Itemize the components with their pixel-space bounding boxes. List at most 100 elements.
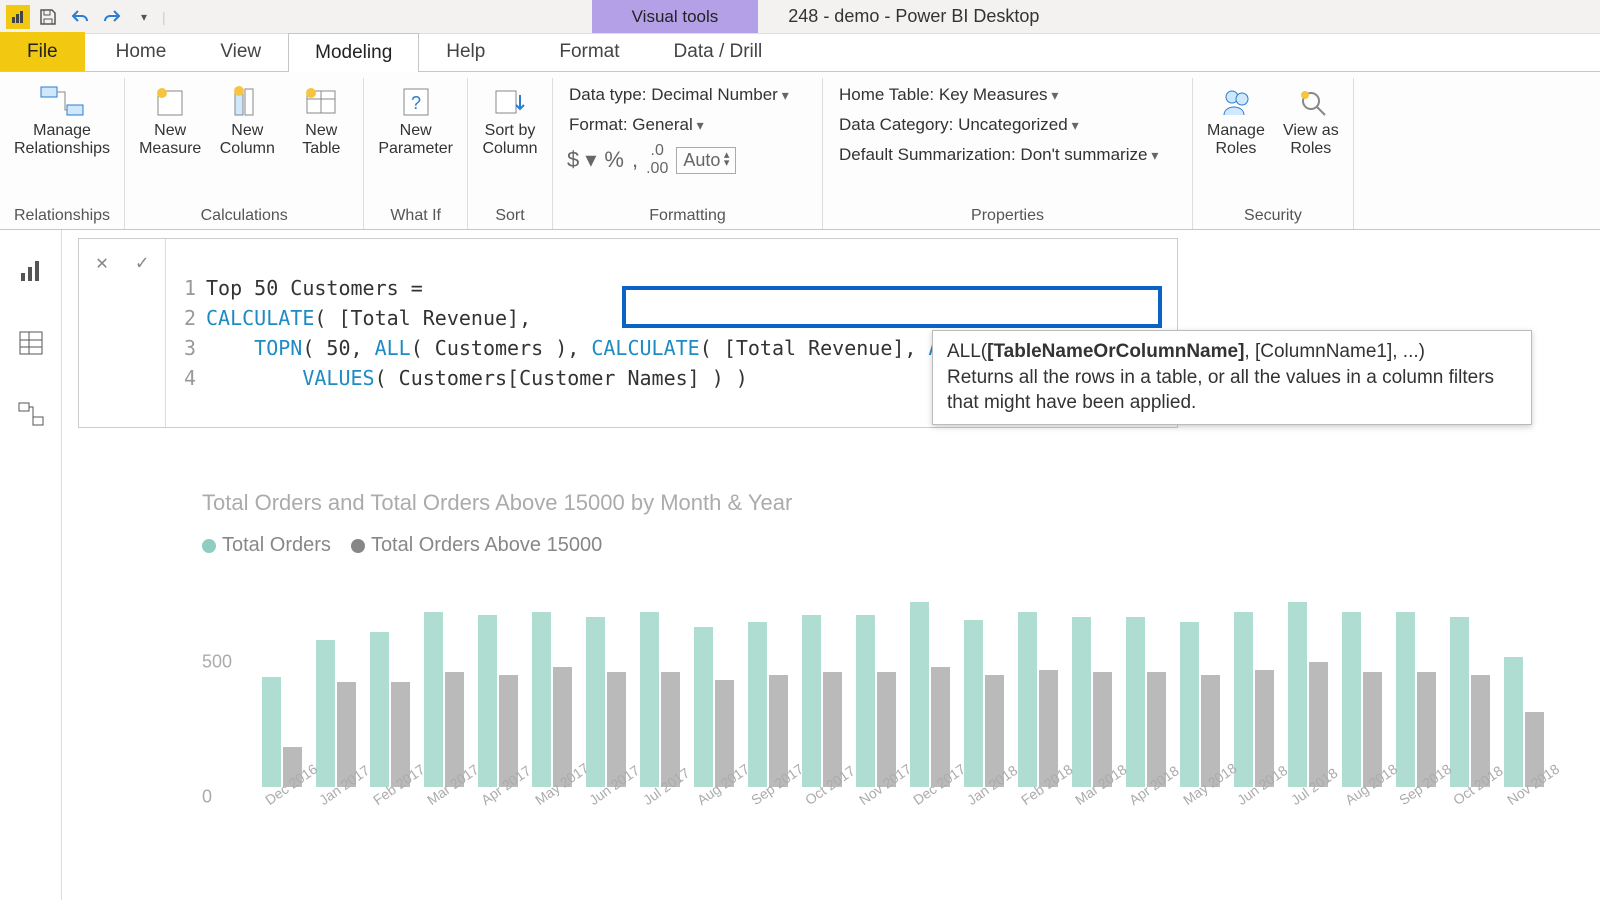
redo-icon[interactable] — [98, 3, 126, 31]
manage-roles-button[interactable]: Manage Roles — [1203, 80, 1269, 161]
group-properties-label: Properties — [833, 207, 1182, 225]
bar-total-orders — [316, 640, 335, 788]
undo-icon[interactable] — [66, 3, 94, 31]
bar-pair[interactable] — [532, 612, 572, 787]
sort-by-column-button[interactable]: Sort by Column — [478, 80, 542, 161]
sort-by-column-label: Sort by Column — [482, 122, 537, 159]
manage-roles-icon — [1212, 82, 1260, 122]
bar-pair[interactable] — [1234, 612, 1274, 787]
bar-total-orders — [1504, 657, 1523, 787]
new-table-icon — [297, 82, 345, 122]
group-whatif-label: What If — [374, 207, 457, 225]
tab-format[interactable]: Format — [532, 32, 646, 71]
bar-pair[interactable] — [802, 615, 842, 788]
new-table-label: New Table — [302, 122, 340, 159]
bar-total-orders — [1234, 612, 1253, 787]
bar-pair[interactable] — [1504, 657, 1544, 787]
relationships-icon — [38, 82, 86, 122]
decimal-format-button[interactable]: .0.00 — [646, 142, 668, 178]
bar-pair[interactable] — [1342, 612, 1382, 787]
tab-help[interactable]: Help — [419, 32, 512, 71]
model-view-button[interactable] — [10, 394, 52, 436]
window-title: 248 - demo - Power BI Desktop — [758, 0, 1600, 33]
home-table-dropdown[interactable]: Home Table: Key Measures — [833, 80, 1182, 110]
data-category-dropdown[interactable]: Data Category: Uncategorized — [833, 110, 1182, 140]
tab-home[interactable]: Home — [89, 32, 194, 71]
group-formatting-label: Formatting — [563, 207, 812, 225]
percent-format-button[interactable]: % — [604, 147, 624, 173]
bar-pair[interactable] — [424, 612, 464, 787]
bar-total-orders — [964, 620, 983, 788]
view-as-roles-label: View as Roles — [1283, 122, 1339, 159]
app-logo-icon — [6, 5, 30, 29]
bar-pair[interactable] — [1450, 617, 1490, 787]
bar-total-orders — [1450, 617, 1469, 787]
view-as-roles-button[interactable]: View as Roles — [1279, 80, 1343, 161]
bar-pair[interactable] — [694, 627, 734, 787]
bar-pair[interactable] — [1396, 612, 1436, 787]
legend-dot-a — [202, 539, 216, 553]
chart-visual[interactable]: Total Orders and Total Orders Above 1500… — [202, 490, 1570, 850]
bar-total-orders — [586, 617, 605, 787]
bar-total-orders — [748, 622, 767, 787]
bar-total-orders — [640, 612, 659, 787]
qat-customize-icon[interactable]: ▾ — [130, 3, 158, 31]
bar-total-orders — [694, 627, 713, 787]
bar-total-orders — [1396, 612, 1415, 787]
default-summarization-dropdown[interactable]: Default Summarization: Don't summarize — [833, 140, 1182, 170]
new-measure-icon — [146, 82, 194, 122]
bar-pair[interactable] — [370, 632, 410, 787]
formula-cancel-button[interactable]: ✕ — [85, 245, 119, 279]
bar-total-orders — [1288, 602, 1307, 787]
bar-total-orders — [1018, 612, 1037, 787]
new-parameter-button[interactable]: ? New Parameter — [374, 80, 457, 161]
bar-total-orders — [424, 612, 443, 787]
new-column-label: New Column — [220, 122, 275, 159]
new-column-button[interactable]: New Column — [215, 80, 279, 161]
data-type-dropdown[interactable]: Data type: Decimal Number — [563, 80, 812, 110]
bar-total-orders — [1126, 617, 1145, 787]
thousands-sep-button[interactable]: , — [632, 147, 638, 173]
tab-view[interactable]: View — [193, 32, 288, 71]
bar-total-orders — [910, 602, 929, 787]
bar-pair[interactable] — [1072, 617, 1112, 787]
group-security-label: Security — [1203, 207, 1343, 225]
new-table-button[interactable]: New Table — [289, 80, 353, 161]
view-as-roles-icon — [1287, 82, 1335, 122]
bar-pair[interactable] — [586, 617, 626, 787]
save-icon[interactable] — [34, 3, 62, 31]
bar-pair[interactable] — [856, 615, 896, 788]
bar-pair[interactable] — [910, 602, 950, 787]
data-view-button[interactable] — [10, 322, 52, 364]
bar-total-orders — [856, 615, 875, 788]
currency-format-button[interactable]: $ ▾ — [567, 147, 596, 173]
format-dropdown[interactable]: Format: General — [563, 110, 812, 140]
decimal-places-input[interactable]: Auto▴▾ — [676, 147, 736, 174]
bar-pair[interactable] — [1288, 602, 1328, 787]
bar-pair[interactable] — [1018, 612, 1058, 787]
group-calculations-label: Calculations — [135, 207, 353, 225]
bar-pair[interactable] — [316, 640, 356, 788]
new-measure-label: New Measure — [139, 122, 201, 159]
bar-pair[interactable] — [748, 622, 788, 787]
bar-total-orders — [1342, 612, 1361, 787]
y-tick-500: 500 — [202, 652, 232, 673]
legend-dot-b — [351, 539, 365, 553]
bar-total-orders — [262, 677, 281, 787]
svg-text:?: ? — [411, 93, 421, 113]
manage-relationships-button[interactable]: Manage Relationships — [10, 80, 114, 161]
bar-pair[interactable] — [640, 612, 680, 787]
tab-modeling[interactable]: Modeling — [288, 33, 419, 72]
tab-file[interactable]: File — [0, 32, 85, 71]
bar-pair[interactable] — [478, 615, 518, 788]
tab-data-drill[interactable]: Data / Drill — [647, 32, 790, 71]
formula-commit-button[interactable]: ✓ — [125, 245, 159, 279]
bar-total-orders — [1180, 622, 1199, 787]
new-parameter-label: New Parameter — [378, 122, 453, 159]
bar-total-orders — [532, 612, 551, 787]
report-view-button[interactable] — [10, 250, 52, 292]
bar-pair[interactable] — [1126, 617, 1166, 787]
bar-pair[interactable] — [964, 620, 1004, 788]
bar-pair[interactable] — [1180, 622, 1220, 787]
new-measure-button[interactable]: New Measure — [135, 80, 205, 161]
